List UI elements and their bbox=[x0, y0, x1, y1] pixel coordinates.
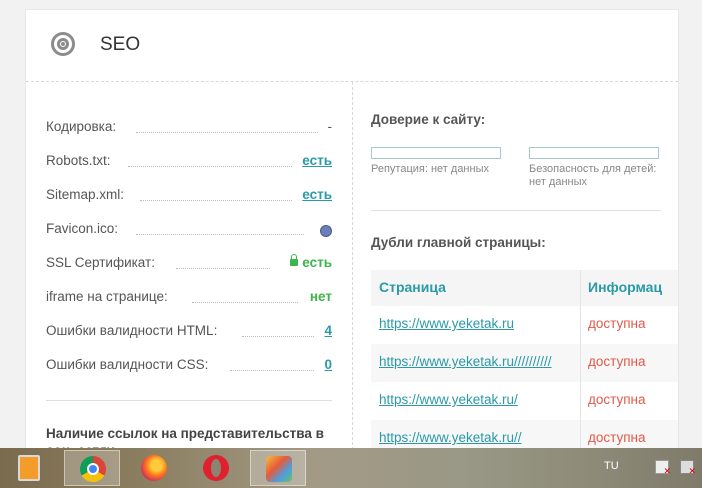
taskbar: TU bbox=[0, 448, 702, 488]
seo-card: SEO Кодировка: - Robots.txt: есть Sitema… bbox=[25, 9, 679, 449]
globe-icon bbox=[320, 225, 332, 237]
param-label: SSL Сертификат: bbox=[46, 255, 159, 270]
param-row-iframe: iframe на странице: нет bbox=[46, 289, 332, 309]
param-row-sitemap: Sitemap.xml: есть bbox=[46, 187, 332, 207]
sitemap-link[interactable]: есть bbox=[302, 187, 332, 202]
taskbar-opera[interactable] bbox=[188, 450, 244, 486]
ssl-value: есть bbox=[290, 253, 332, 270]
table-row: https://www.yeketak.ru/ доступна bbox=[371, 382, 678, 420]
card-header: SEO bbox=[26, 10, 678, 82]
param-row-html-errors: Ошибки валидности HTML: 4 bbox=[46, 323, 332, 343]
param-row-encoding: Кодировка: - bbox=[46, 119, 332, 139]
child-safety-label: Безопасность для детей: нет данных bbox=[529, 163, 657, 188]
divider bbox=[46, 400, 332, 401]
column-header-info: Информац bbox=[588, 279, 663, 295]
media-player-icon bbox=[18, 455, 40, 481]
param-label: Favicon.ico: bbox=[46, 221, 123, 236]
reputation-label: Репутация: нет данных bbox=[371, 163, 489, 175]
duplicates-title: Дубли главной страницы: bbox=[371, 235, 546, 250]
url-link[interactable]: https://www.yeketak.ru////////// bbox=[379, 354, 552, 369]
taskbar-firefox[interactable] bbox=[126, 450, 182, 486]
volume-warning-icon[interactable] bbox=[680, 460, 696, 477]
param-label: Sitemap.xml: bbox=[46, 187, 129, 202]
param-label: Robots.txt: bbox=[46, 153, 115, 168]
paint-icon bbox=[266, 456, 292, 482]
divider bbox=[371, 210, 661, 211]
param-row-favicon: Favicon.ico: bbox=[46, 221, 332, 241]
table-row: https://www.yeketak.ru// доступна bbox=[371, 420, 678, 449]
param-row-robots: Robots.txt: есть bbox=[46, 153, 332, 173]
table-row: https://www.yeketak.ru доступна bbox=[371, 306, 678, 344]
css-errors-link[interactable]: 0 bbox=[324, 357, 332, 372]
social-links-title: Наличие ссылок на представительства в со… bbox=[46, 426, 324, 449]
param-row-ssl: SSL Сертификат: есть bbox=[46, 253, 332, 275]
url-link[interactable]: https://www.yeketak.ru/ bbox=[379, 392, 518, 407]
opera-icon bbox=[203, 455, 229, 481]
language-indicator[interactable]: TU bbox=[604, 460, 619, 472]
child-safety-bar bbox=[529, 147, 659, 159]
trust-title: Доверие к сайту: bbox=[371, 112, 486, 127]
status-text: доступна bbox=[588, 430, 646, 445]
favicon-value bbox=[320, 221, 332, 240]
status-text: доступна bbox=[588, 316, 646, 331]
chrome-icon bbox=[80, 456, 106, 482]
lock-icon bbox=[290, 253, 299, 266]
ssl-status: есть bbox=[302, 255, 332, 270]
param-label: Ошибки валидности HTML: bbox=[46, 323, 222, 338]
param-label: Ошибки валидности CSS: bbox=[46, 357, 213, 372]
network-warning-icon[interactable] bbox=[655, 460, 671, 477]
param-value: - bbox=[327, 119, 333, 134]
child-safety-meter: Безопасность для детей: нет данных bbox=[529, 147, 659, 189]
column-header-page: Страница bbox=[379, 279, 446, 295]
url-link[interactable]: https://www.yeketak.ru// bbox=[379, 430, 522, 445]
param-label: iframe на странице: bbox=[46, 289, 172, 304]
taskbar-paint[interactable] bbox=[250, 450, 306, 486]
status-text: доступна bbox=[588, 354, 646, 369]
card-title: SEO bbox=[100, 34, 141, 55]
html-errors-link[interactable]: 4 bbox=[324, 323, 332, 338]
trust-column: Доверие к сайту: Репутация: нет данных Б… bbox=[371, 82, 678, 449]
param-row-css-errors: Ошибки валидности CSS: 0 bbox=[46, 357, 332, 377]
firefox-icon bbox=[141, 455, 167, 481]
iframe-value: нет bbox=[309, 289, 332, 304]
seo-params-column: Кодировка: - Robots.txt: есть Sitemap.xm… bbox=[26, 82, 353, 449]
robots-link[interactable]: есть bbox=[302, 153, 332, 168]
table-row: https://www.yeketak.ru////////// доступн… bbox=[371, 344, 678, 382]
target-icon bbox=[51, 32, 75, 56]
param-label: Кодировка: bbox=[46, 119, 121, 134]
table-header: Страница Информац bbox=[371, 270, 678, 306]
status-text: доступна bbox=[588, 392, 646, 407]
reputation-meter: Репутация: нет данных bbox=[371, 147, 501, 176]
taskbar-media-player[interactable] bbox=[0, 450, 56, 486]
reputation-bar bbox=[371, 147, 501, 159]
url-link[interactable]: https://www.yeketak.ru bbox=[379, 316, 514, 331]
duplicates-table: Страница Информац https://www.yeketak.ru… bbox=[371, 270, 678, 449]
taskbar-chrome[interactable] bbox=[64, 450, 120, 486]
